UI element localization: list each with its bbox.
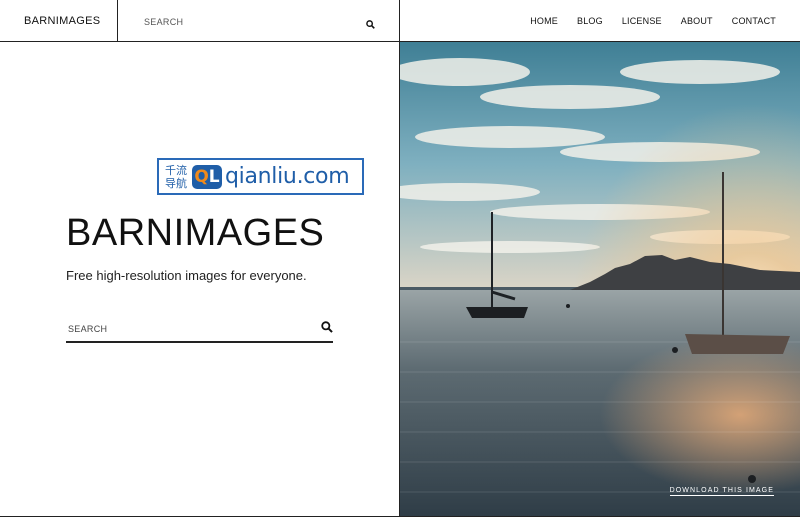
- hero-title: BARNIMAGES: [66, 212, 325, 254]
- hero-panel: 千流 导航 QL qianliu.com BARNIMAGES Free hig…: [0, 42, 400, 517]
- nav-blog[interactable]: BLOG: [577, 16, 603, 26]
- hero-search-input[interactable]: [66, 320, 290, 338]
- watermark-cn-line2: 导航: [165, 176, 187, 190]
- main-nav: HOME BLOG LICENSE ABOUT CONTACT: [530, 0, 776, 41]
- watermark-domain: qianliu.com: [225, 164, 350, 189]
- bottom-divider: [0, 516, 800, 517]
- brand-logo[interactable]: BARNIMAGES: [0, 0, 118, 41]
- watermark-badge-q: Q: [194, 166, 209, 187]
- watermark-cn-line1: 千流: [165, 163, 187, 177]
- nav-about[interactable]: ABOUT: [681, 16, 713, 26]
- download-image-link[interactable]: DOWNLOAD THIS IMAGE: [669, 487, 774, 496]
- search-icon[interactable]: [321, 320, 333, 338]
- nav-home[interactable]: HOME: [530, 16, 558, 26]
- nav-contact[interactable]: CONTACT: [732, 16, 776, 26]
- watermark-logo: 千流 导航 QL qianliu.com: [157, 158, 364, 195]
- watermark-cn-text: 千流 导航: [161, 164, 191, 190]
- header-search-input[interactable]: [142, 12, 346, 32]
- header-search: [118, 0, 400, 41]
- sailboat-sunset-image: [400, 42, 800, 517]
- duck: [748, 475, 756, 483]
- top-navbar: BARNIMAGES HOME BLOG LICENSE ABOUT CONTA…: [0, 0, 800, 42]
- hero-subtitle: Free high-resolution images for everyone…: [66, 268, 307, 283]
- nav-license[interactable]: LICENSE: [622, 16, 662, 26]
- watermark-badge-l: L: [208, 166, 220, 187]
- watermark-badge: QL: [192, 164, 222, 189]
- featured-photo: DOWNLOAD THIS IMAGE: [400, 42, 800, 517]
- search-icon[interactable]: [366, 16, 375, 34]
- hero-search: [66, 312, 333, 343]
